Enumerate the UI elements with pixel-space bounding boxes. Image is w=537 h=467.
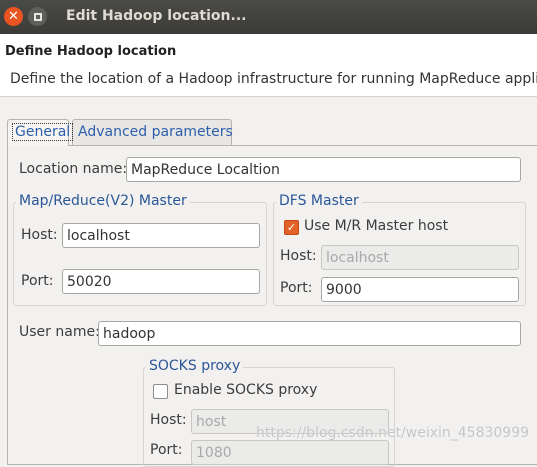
close-icon: ✕	[8, 9, 19, 24]
window-titlebar: ✕ Edit Hadoop location...	[0, 0, 537, 34]
dfs-port-label: Port:	[280, 280, 313, 296]
tab-general[interactable]: General	[7, 119, 74, 146]
location-name-input[interactable]	[126, 157, 521, 182]
mr-master-legend: Map/Reduce(V2) Master	[16, 193, 190, 209]
enable-socks-proxy-label: Enable SOCKS proxy	[174, 382, 318, 398]
window-title: Edit Hadoop location...	[66, 8, 247, 24]
mr-port-label: Port:	[21, 273, 54, 289]
location-name-label: Location name:	[19, 161, 128, 177]
socks-proxy-legend: SOCKS proxy	[146, 358, 244, 374]
socks-port-label: Port:	[150, 442, 183, 458]
dfs-host-input	[321, 245, 519, 270]
tab-advanced-parameters[interactable]: Advanced parameters	[72, 119, 233, 145]
user-name-label: User name:	[19, 324, 100, 340]
enable-socks-proxy-checkbox[interactable]	[153, 384, 168, 399]
watermark-text: https://blog.csdn.net/weixin_45830999	[256, 425, 530, 441]
dialog-header: Define Hadoop location Define the locati…	[0, 34, 537, 97]
dialog-title: Define Hadoop location	[5, 44, 177, 59]
mr-host-input[interactable]	[62, 223, 260, 248]
tab-advanced-parameters-label: Advanced parameters	[78, 124, 233, 140]
dfs-port-input[interactable]	[321, 277, 519, 302]
use-mr-master-host-label: Use M/R Master host	[304, 218, 449, 234]
maximize-icon	[33, 12, 42, 21]
socks-host-label: Host:	[150, 412, 187, 428]
socks-port-input	[191, 440, 389, 465]
user-name-input[interactable]	[98, 321, 521, 346]
tab-general-label: General	[11, 123, 74, 141]
mr-host-label: Host:	[21, 227, 58, 243]
mr-port-input[interactable]	[62, 269, 260, 294]
use-mr-master-host-checkbox[interactable]: ✓	[284, 220, 299, 235]
dfs-master-legend: DFS Master	[276, 193, 362, 209]
maximize-window-button[interactable]	[28, 7, 47, 26]
checkmark-icon: ✓	[286, 221, 297, 234]
dialog-description: Define the location of a Hadoop infrastr…	[10, 71, 537, 87]
close-window-button[interactable]: ✕	[4, 7, 23, 26]
dfs-host-label: Host:	[280, 248, 317, 264]
